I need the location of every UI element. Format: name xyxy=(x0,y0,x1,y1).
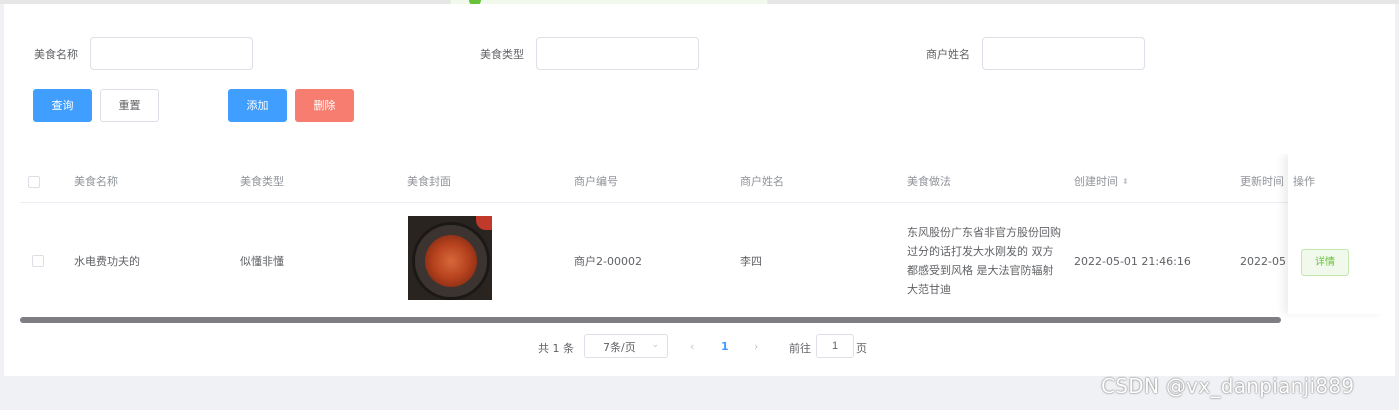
food-name-label: 美食名称 xyxy=(34,48,78,61)
food-type-input[interactable] xyxy=(536,37,699,70)
goto-page-input[interactable] xyxy=(816,334,854,358)
pager-total: 共 1 条 xyxy=(538,342,574,355)
food-name-input[interactable] xyxy=(90,37,253,70)
delete-button[interactable]: 删除 xyxy=(295,89,354,122)
merchant-name-label: 商户姓名 xyxy=(926,48,970,61)
row-checkbox[interactable] xyxy=(32,255,44,267)
sort-icon[interactable]: ⬍ xyxy=(1122,175,1129,189)
page-size-value: 7条/页 xyxy=(603,341,636,354)
watermark: CSDN @vx_danpianji889 xyxy=(1101,374,1355,398)
row-created-at: 2022-05-01 21:46:16 xyxy=(1074,255,1191,268)
food-type-label: 美食类型 xyxy=(480,48,524,61)
col-food-name: 美食名称 xyxy=(74,175,118,188)
header-divider xyxy=(20,202,1385,203)
col-updated-at: 更新时间 xyxy=(1240,175,1284,188)
row-food-method: 东风股份广东省非官方股份回购 过分的话打发大水刚发的 双方都感受到风格 是大法官… xyxy=(907,226,1061,296)
row-updated-at: 2022-05 xyxy=(1240,255,1286,268)
col-merchant-no: 商户编号 xyxy=(574,175,618,188)
col-food-cover: 美食封面 xyxy=(407,175,451,188)
page-suffix: 页 xyxy=(856,342,867,355)
horizontal-scrollbar[interactable] xyxy=(20,317,1281,323)
query-button[interactable]: 查询 xyxy=(33,89,92,122)
reset-button[interactable]: 重置 xyxy=(100,89,159,122)
next-page-icon[interactable]: › xyxy=(754,340,758,353)
chevron-down-icon: ⌄ xyxy=(651,340,659,350)
page-number-current[interactable]: 1 xyxy=(721,340,729,353)
merchant-name-input[interactable] xyxy=(982,37,1145,70)
row-merchant-name: 李四 xyxy=(740,255,762,268)
prev-page-icon[interactable]: ‹ xyxy=(690,340,694,353)
row-food-type: 似懂非懂 xyxy=(240,255,284,268)
select-all-checkbox[interactable] xyxy=(28,176,40,188)
main-panel: 美食名称 美食类型 商户姓名 查询 重置 添加 删除 美食名称 美食类型 美食封… xyxy=(4,4,1395,376)
food-shape xyxy=(425,235,477,287)
col-food-type: 美食类型 xyxy=(240,175,284,188)
row-merchant-no: 商户2-00002 xyxy=(574,255,642,268)
food-cover-image xyxy=(408,216,492,300)
pan-shape xyxy=(412,222,490,300)
operation-column: 操作 详情 xyxy=(1288,154,1385,314)
col-merchant-name: 商户姓名 xyxy=(740,175,784,188)
food-table: 美食名称 美食类型 美食封面 商户编号 商户姓名 美食做法 创建时间 ⬍ 更新时间… xyxy=(20,154,1385,324)
row-food-name: 水电费功夫的 xyxy=(74,255,140,268)
col-created-at[interactable]: 创建时间 ⬍ xyxy=(1074,175,1129,189)
page-size-select[interactable]: 7条/页 ⌄ xyxy=(584,334,668,358)
bowl-shape xyxy=(476,216,492,230)
col-created-at-label: 创建时间 xyxy=(1074,175,1118,188)
goto-label: 前往 xyxy=(789,342,811,355)
col-operation: 操作 xyxy=(1293,175,1315,188)
detail-button[interactable]: 详情 xyxy=(1301,249,1349,276)
col-food-method: 美食做法 xyxy=(907,175,951,188)
add-button[interactable]: 添加 xyxy=(228,89,287,122)
